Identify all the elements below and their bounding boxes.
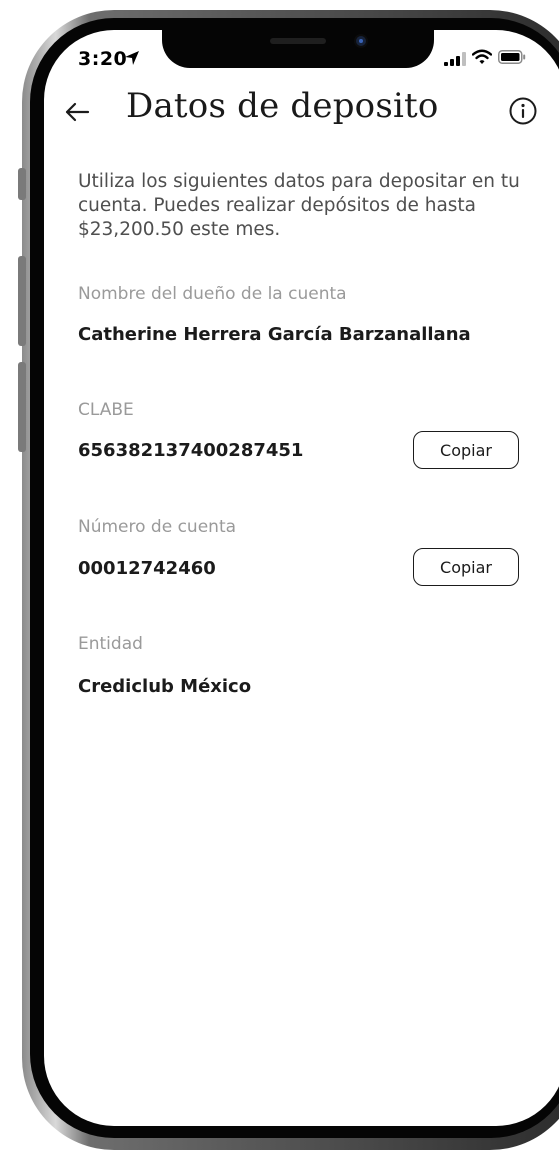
front-camera [356, 36, 366, 46]
status-time: 3:20 [78, 48, 128, 70]
side-button-volume-up [18, 256, 26, 346]
entity-label: Entidad [78, 634, 143, 654]
intro-text: Utiliza los siguientes datos para deposi… [78, 171, 520, 240]
location-arrow-icon [125, 51, 139, 65]
screen: 3:20 Datos de deposito Utiliza los sigui… [44, 30, 559, 1126]
copy-clabe-button[interactable]: Copiar [413, 431, 519, 469]
notch [162, 30, 434, 68]
back-arrow-icon[interactable] [62, 97, 92, 127]
owner-label: Nombre del dueño de la cuenta [78, 284, 347, 304]
speaker [270, 38, 326, 44]
info-icon[interactable] [508, 96, 538, 126]
page-title: Datos de deposito [126, 86, 439, 126]
wifi-icon [472, 49, 492, 64]
battery-icon [498, 50, 526, 64]
clabe-label: CLABE [78, 400, 134, 420]
account-number-value: 00012742460 [78, 558, 216, 579]
entity-value: Crediclub México [78, 676, 252, 697]
cellular-signal-icon [444, 52, 466, 66]
side-button-volume-down [18, 362, 26, 452]
side-button-silent [18, 168, 26, 200]
account-number-label: Número de cuenta [78, 517, 237, 537]
copy-account-number-button[interactable]: Copiar [413, 548, 519, 586]
clabe-value: 656382137400287451 [78, 440, 304, 461]
owner-value: Catherine Herrera García Barzanallana [78, 324, 471, 345]
